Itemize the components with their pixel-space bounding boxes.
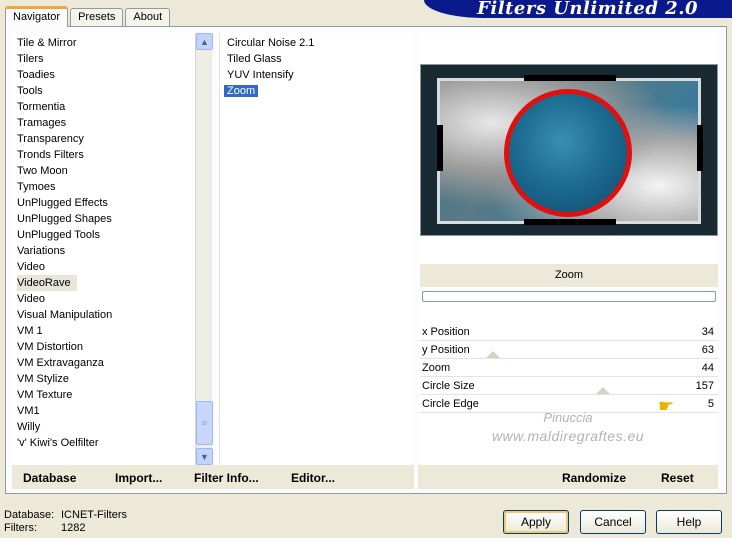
param-row[interactable]: x Position 34 bbox=[420, 323, 718, 341]
category-scrollbar[interactable]: ▲ ≡ ▼ bbox=[195, 33, 213, 465]
category-item[interactable]: 'v' Kiwi's Oelfilter bbox=[17, 435, 195, 451]
cancel-button[interactable]: Cancel bbox=[580, 510, 646, 534]
tab-presets[interactable]: Presets bbox=[70, 8, 124, 26]
filter-item[interactable]: Zoom bbox=[224, 83, 317, 99]
param-name: Circle Size bbox=[422, 380, 475, 392]
preview-right-handle[interactable] bbox=[697, 125, 703, 171]
filter-item-label: YUV Intensify bbox=[227, 69, 294, 81]
chevron-up-icon: ▲ bbox=[200, 36, 209, 47]
help-button[interactable]: Help bbox=[656, 510, 722, 534]
navigator-panel: Tile & Mirror Tilers Toadies Tools Tormentia… bbox=[5, 26, 727, 494]
apply-button[interactable]: Apply bbox=[503, 510, 569, 534]
category-item[interactable]: VideoRave bbox=[17, 275, 77, 291]
category-item[interactable]: VM Extravaganza bbox=[17, 355, 195, 371]
filter-info-button[interactable]: Filter Info... bbox=[194, 471, 259, 485]
category-list[interactable]: Tile & Mirror Tilers Toadies Tools Tormentia… bbox=[12, 33, 213, 465]
filter-item[interactable]: Circular Noise 2.1 bbox=[224, 35, 317, 51]
category-item[interactable]: VM Texture bbox=[17, 387, 195, 403]
category-item[interactable]: UnPlugged Tools bbox=[17, 227, 195, 243]
filter-list[interactable]: Circular Noise 2.1 Tiled Glass YUV Intensi… bbox=[219, 33, 414, 465]
filter-item-label: Zoom bbox=[224, 85, 259, 97]
param-value: 44 bbox=[701, 362, 714, 374]
database-label: Database: bbox=[4, 509, 55, 521]
preview-window bbox=[420, 64, 718, 236]
category-item[interactable]: UnPlugged Effects bbox=[17, 195, 195, 211]
scroll-down-button[interactable]: ▼ bbox=[196, 448, 213, 465]
category-item[interactable]: Video bbox=[17, 259, 195, 275]
watermark-line2: www.maldiregraftes.eu bbox=[491, 428, 645, 444]
filter-item-label: Circular Noise 2.1 bbox=[227, 37, 315, 49]
filter-item-label: Tiled Glass bbox=[227, 53, 282, 65]
category-item[interactable]: Tymoes bbox=[17, 179, 195, 195]
preview-image bbox=[437, 78, 701, 224]
category-item[interactable]: Tronds Filters bbox=[17, 147, 195, 163]
tab-strip: Navigator Presets About bbox=[5, 6, 172, 27]
tab-about[interactable]: About bbox=[125, 8, 171, 26]
category-item[interactable]: Tormentia bbox=[17, 99, 195, 115]
category-item[interactable]: Toadies bbox=[17, 67, 195, 83]
preview-bottom-handle[interactable] bbox=[524, 219, 616, 225]
watermark: Pinuccia www.maldiregraftes.eu bbox=[418, 409, 718, 445]
category-item[interactable]: UnPlugged Shapes bbox=[17, 211, 195, 227]
param-row[interactable]: Circle Size 157 bbox=[420, 377, 718, 395]
param-value: 34 bbox=[701, 326, 714, 338]
category-items: Tile & Mirror Tilers Toadies Tools Tormentia… bbox=[17, 35, 195, 451]
slider-thumb[interactable] bbox=[486, 351, 500, 358]
category-item[interactable]: VM 1 bbox=[17, 323, 195, 339]
category-item[interactable]: Variations bbox=[17, 243, 195, 259]
category-item[interactable]: Tramages bbox=[17, 115, 195, 131]
param-row[interactable]: Zoom 44 bbox=[420, 359, 718, 377]
watermark-line1: Pinuccia bbox=[543, 410, 593, 425]
filter-settings-panel: Zoom x Position 34 y Position 63 Zoom 44 Circl… bbox=[418, 33, 718, 465]
status-info: Database: ICNET-Filters Filters: 1282 bbox=[4, 509, 127, 535]
slider-thumb[interactable] bbox=[596, 387, 610, 394]
database-value: ICNET-Filters bbox=[61, 509, 127, 521]
preview-left-handle[interactable] bbox=[437, 125, 443, 171]
param-value: 63 bbox=[701, 344, 714, 356]
category-item[interactable]: Tile & Mirror bbox=[17, 35, 195, 51]
right-toolbar: Randomize Reset bbox=[418, 465, 718, 489]
import-button[interactable]: Import... bbox=[115, 471, 162, 485]
category-item[interactable]: Tools bbox=[17, 83, 195, 99]
preview-zoom-circle bbox=[504, 89, 632, 217]
title-banner: Filters Unlimited 2.0 bbox=[424, 0, 732, 18]
category-item[interactable]: VM1 bbox=[17, 403, 195, 419]
param-row[interactable]: y Position 63 bbox=[420, 341, 718, 359]
tab-navigator[interactable]: Navigator bbox=[5, 6, 69, 27]
left-toolbar: Database Import... Filter Info... Editor… bbox=[12, 465, 414, 489]
filter-item[interactable]: Tiled Glass bbox=[224, 51, 317, 67]
banner-title: Filters Unlimited 2.0 bbox=[477, 0, 698, 18]
filters-label: Filters: bbox=[4, 522, 37, 534]
param-name: y Position bbox=[422, 344, 470, 356]
scroll-up-button[interactable]: ▲ bbox=[196, 33, 213, 50]
category-item[interactable]: Tilers bbox=[17, 51, 195, 67]
param-name: Zoom bbox=[422, 362, 451, 374]
filters-count: 1282 bbox=[61, 522, 86, 534]
category-item[interactable]: Two Moon bbox=[17, 163, 195, 179]
database-button[interactable]: Database bbox=[23, 471, 76, 485]
category-item[interactable]: VM Distortion bbox=[17, 339, 195, 355]
filter-title: Zoom bbox=[420, 264, 718, 287]
randomize-button[interactable]: Randomize bbox=[562, 471, 626, 485]
param-value: 157 bbox=[695, 380, 714, 392]
category-item[interactable]: Transparency bbox=[17, 131, 195, 147]
param-name: x Position bbox=[422, 326, 470, 338]
category-item[interactable]: Willy bbox=[17, 419, 195, 435]
scroll-thumb[interactable]: ≡ bbox=[196, 401, 213, 445]
category-item[interactable]: Video bbox=[17, 291, 195, 307]
chevron-down-icon: ▼ bbox=[200, 451, 209, 462]
filter-items: Circular Noise 2.1 Tiled Glass YUV Intensi… bbox=[224, 35, 317, 99]
preview-top-handle[interactable] bbox=[524, 75, 616, 81]
category-item[interactable]: Visual Manipulation bbox=[17, 307, 195, 323]
reset-button[interactable]: Reset bbox=[661, 471, 694, 485]
preset-name-field[interactable] bbox=[422, 291, 716, 302]
grip-icon: ≡ bbox=[201, 418, 208, 428]
category-item[interactable]: VM Stylize bbox=[17, 371, 195, 387]
filter-item[interactable]: YUV Intensify bbox=[224, 67, 317, 83]
editor-button[interactable]: Editor... bbox=[291, 471, 335, 485]
